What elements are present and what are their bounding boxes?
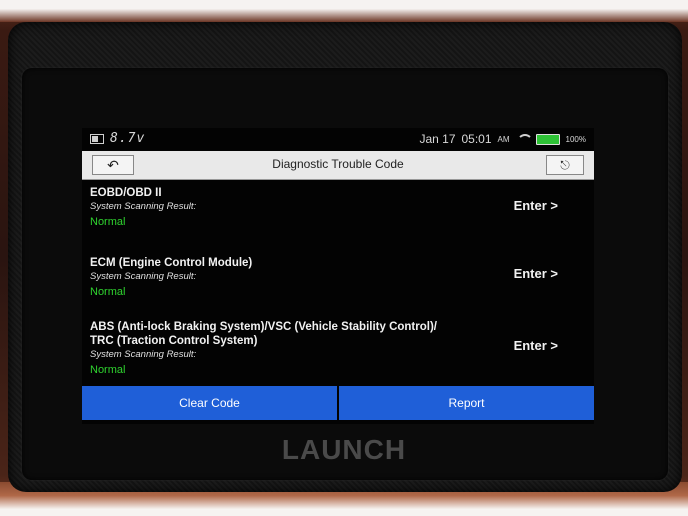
exit-button[interactable]: ⎋ bbox=[546, 155, 584, 175]
exit-door-icon: ⎋ bbox=[560, 157, 570, 172]
report-button[interactable]: Report bbox=[339, 386, 594, 420]
status-right: Jan 17 05:01 AM 100% bbox=[419, 132, 586, 146]
system-item-ecm: ECM (Engine Control Module) System Scann… bbox=[82, 252, 594, 314]
system-name: ECM (Engine Control Module) bbox=[90, 257, 253, 269]
system-name-line1: ABS (Anti-lock Braking System)/VSC (Vehi… bbox=[90, 321, 437, 333]
system-item-abs: ABS (Anti-lock Braking System)/VSC (Vehi… bbox=[82, 316, 594, 392]
scan-result-label: System Scanning Result: bbox=[90, 201, 197, 212]
battery-icon bbox=[535, 133, 560, 145]
page-title: Diagnostic Trouble Code bbox=[272, 157, 404, 171]
system-name-line2: TRC (Traction Control System) bbox=[90, 335, 258, 347]
battery-percent: 100% bbox=[565, 134, 586, 144]
enter-button[interactable]: Enter > bbox=[514, 266, 558, 281]
status-left: 8.7v bbox=[90, 131, 145, 146]
status-time: 05:01 bbox=[461, 132, 492, 146]
title-bar: ↶ Diagnostic Trouble Code ⎋ bbox=[82, 151, 594, 180]
scan-result-label: System Scanning Result: bbox=[90, 271, 197, 282]
status-ampm: AM bbox=[497, 134, 510, 144]
clear-code-button[interactable]: Clear Code bbox=[82, 386, 337, 420]
system-name: EOBD/OBD II bbox=[90, 187, 162, 199]
voltage-readout: 8.7v bbox=[110, 131, 146, 146]
enter-button[interactable]: Enter > bbox=[514, 198, 558, 213]
status-date: Jan 17 bbox=[419, 132, 456, 146]
scan-result-label: System Scanning Result: bbox=[90, 349, 197, 360]
enter-button[interactable]: Enter > bbox=[514, 338, 558, 353]
status-bar: 8.7v Jan 17 05:01 AM 100% bbox=[82, 128, 594, 150]
system-list: EOBD/OBD II System Scanning Result: Norm… bbox=[82, 182, 594, 392]
bottom-button-bar: Clear Code Report bbox=[82, 386, 594, 420]
table-edge-top bbox=[0, 0, 688, 22]
wifi-icon bbox=[516, 134, 533, 144]
scan-result-status: Normal bbox=[90, 216, 126, 228]
car-battery-icon bbox=[90, 133, 104, 144]
brand-logo: LAUNCH bbox=[281, 434, 407, 465]
device-screen: 8.7v Jan 17 05:01 AM 100% ↶ Diagnostic T… bbox=[82, 128, 594, 424]
scan-result-status: Normal bbox=[90, 286, 126, 298]
scan-result-status: Normal bbox=[90, 364, 126, 376]
system-item-obd: EOBD/OBD II System Scanning Result: Norm… bbox=[82, 182, 594, 244]
